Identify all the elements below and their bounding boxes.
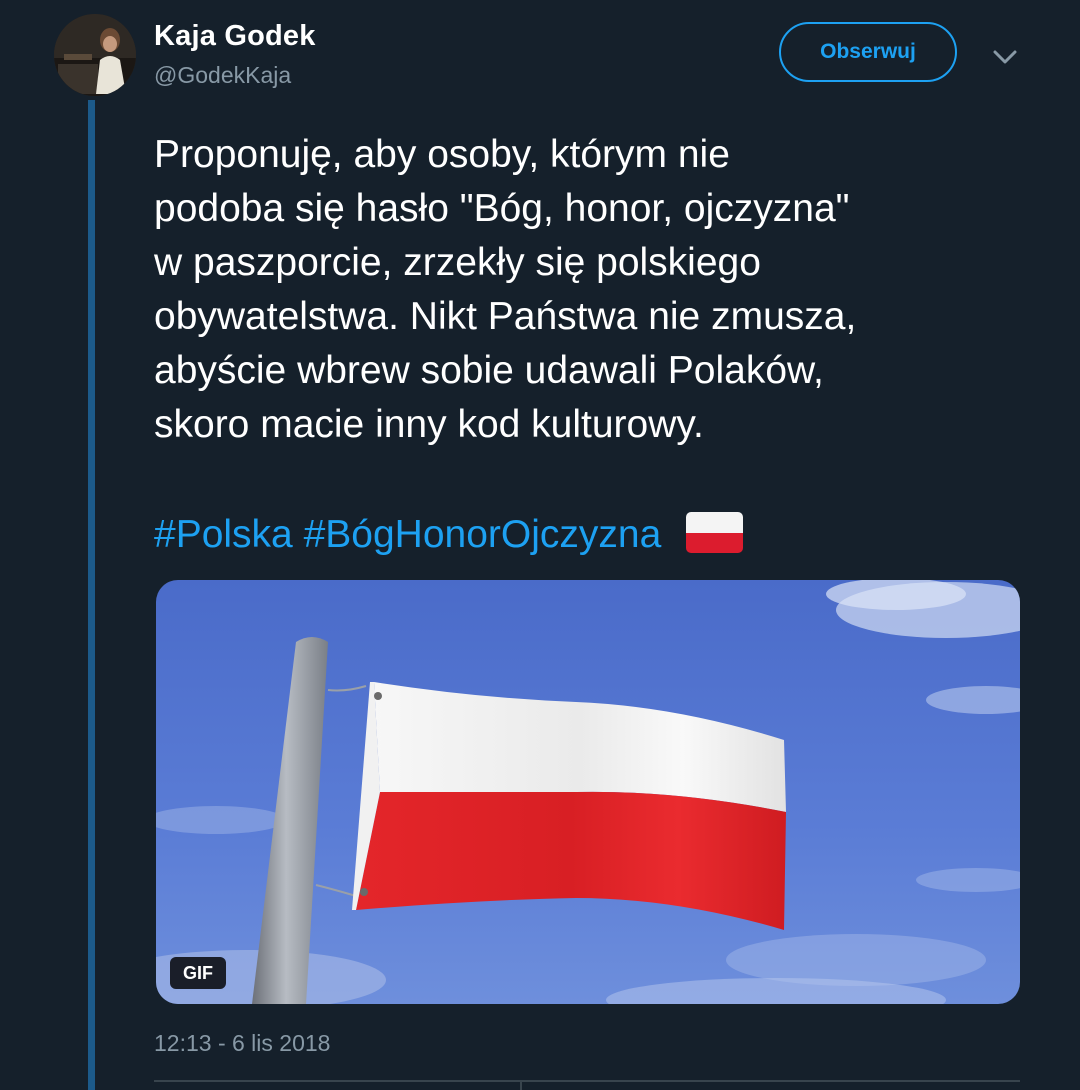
gif-badge: GIF (170, 957, 226, 989)
poland-flag-emoji-icon (686, 512, 744, 554)
avatar[interactable] (54, 14, 136, 96)
author-handle[interactable]: @GodekKaja (154, 62, 291, 89)
thread-line (88, 100, 95, 1090)
author-name[interactable]: Kaja Godek (154, 20, 316, 53)
divider (154, 1080, 1020, 1082)
hashtags-line: #Polska #BógHonorOjczyzna (154, 508, 744, 562)
tweet-text-line: abyście wbrew sobie udawali Polaków, (154, 349, 824, 392)
gif-media[interactable] (156, 580, 1020, 1004)
follow-button[interactable]: Obserwuj (779, 22, 957, 82)
divider-tick (520, 1080, 522, 1090)
tweet-text-line: obywatelstwa. Nikt Państwa nie zmusza, (154, 295, 857, 338)
tweet-text-line: w paszporcie, zrzekły się polskiego (154, 241, 761, 284)
tweet-text-line: skoro macie inny kod kulturowy. (154, 403, 704, 446)
chevron-down-icon[interactable] (990, 46, 1020, 68)
tweet-text-line: podoba się hasło "Bóg, honor, ojczyzna" (154, 187, 850, 230)
tweet-text-line: Proponuję, aby osoby, którym nie (154, 133, 730, 176)
tweet-text: Proponuję, aby osoby, którym nie podoba … (154, 128, 1034, 452)
hashtag-link[interactable]: #Polska (154, 513, 293, 556)
tweet-timestamp[interactable]: 12:13 - 6 lis 2018 (154, 1030, 330, 1057)
hashtag-link[interactable]: #BógHonorOjczyzna (304, 513, 662, 556)
